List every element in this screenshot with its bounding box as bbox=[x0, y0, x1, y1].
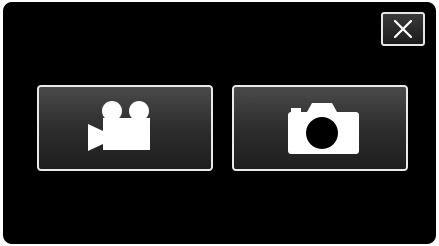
video-mode-button[interactable] bbox=[37, 85, 213, 171]
still-mode-button[interactable] bbox=[232, 85, 408, 171]
still-camera-icon bbox=[288, 103, 359, 154]
video-camera-icon bbox=[88, 101, 150, 151]
close-icon bbox=[393, 19, 413, 39]
mode-select-screen bbox=[3, 2, 436, 244]
close-button[interactable] bbox=[381, 12, 425, 46]
